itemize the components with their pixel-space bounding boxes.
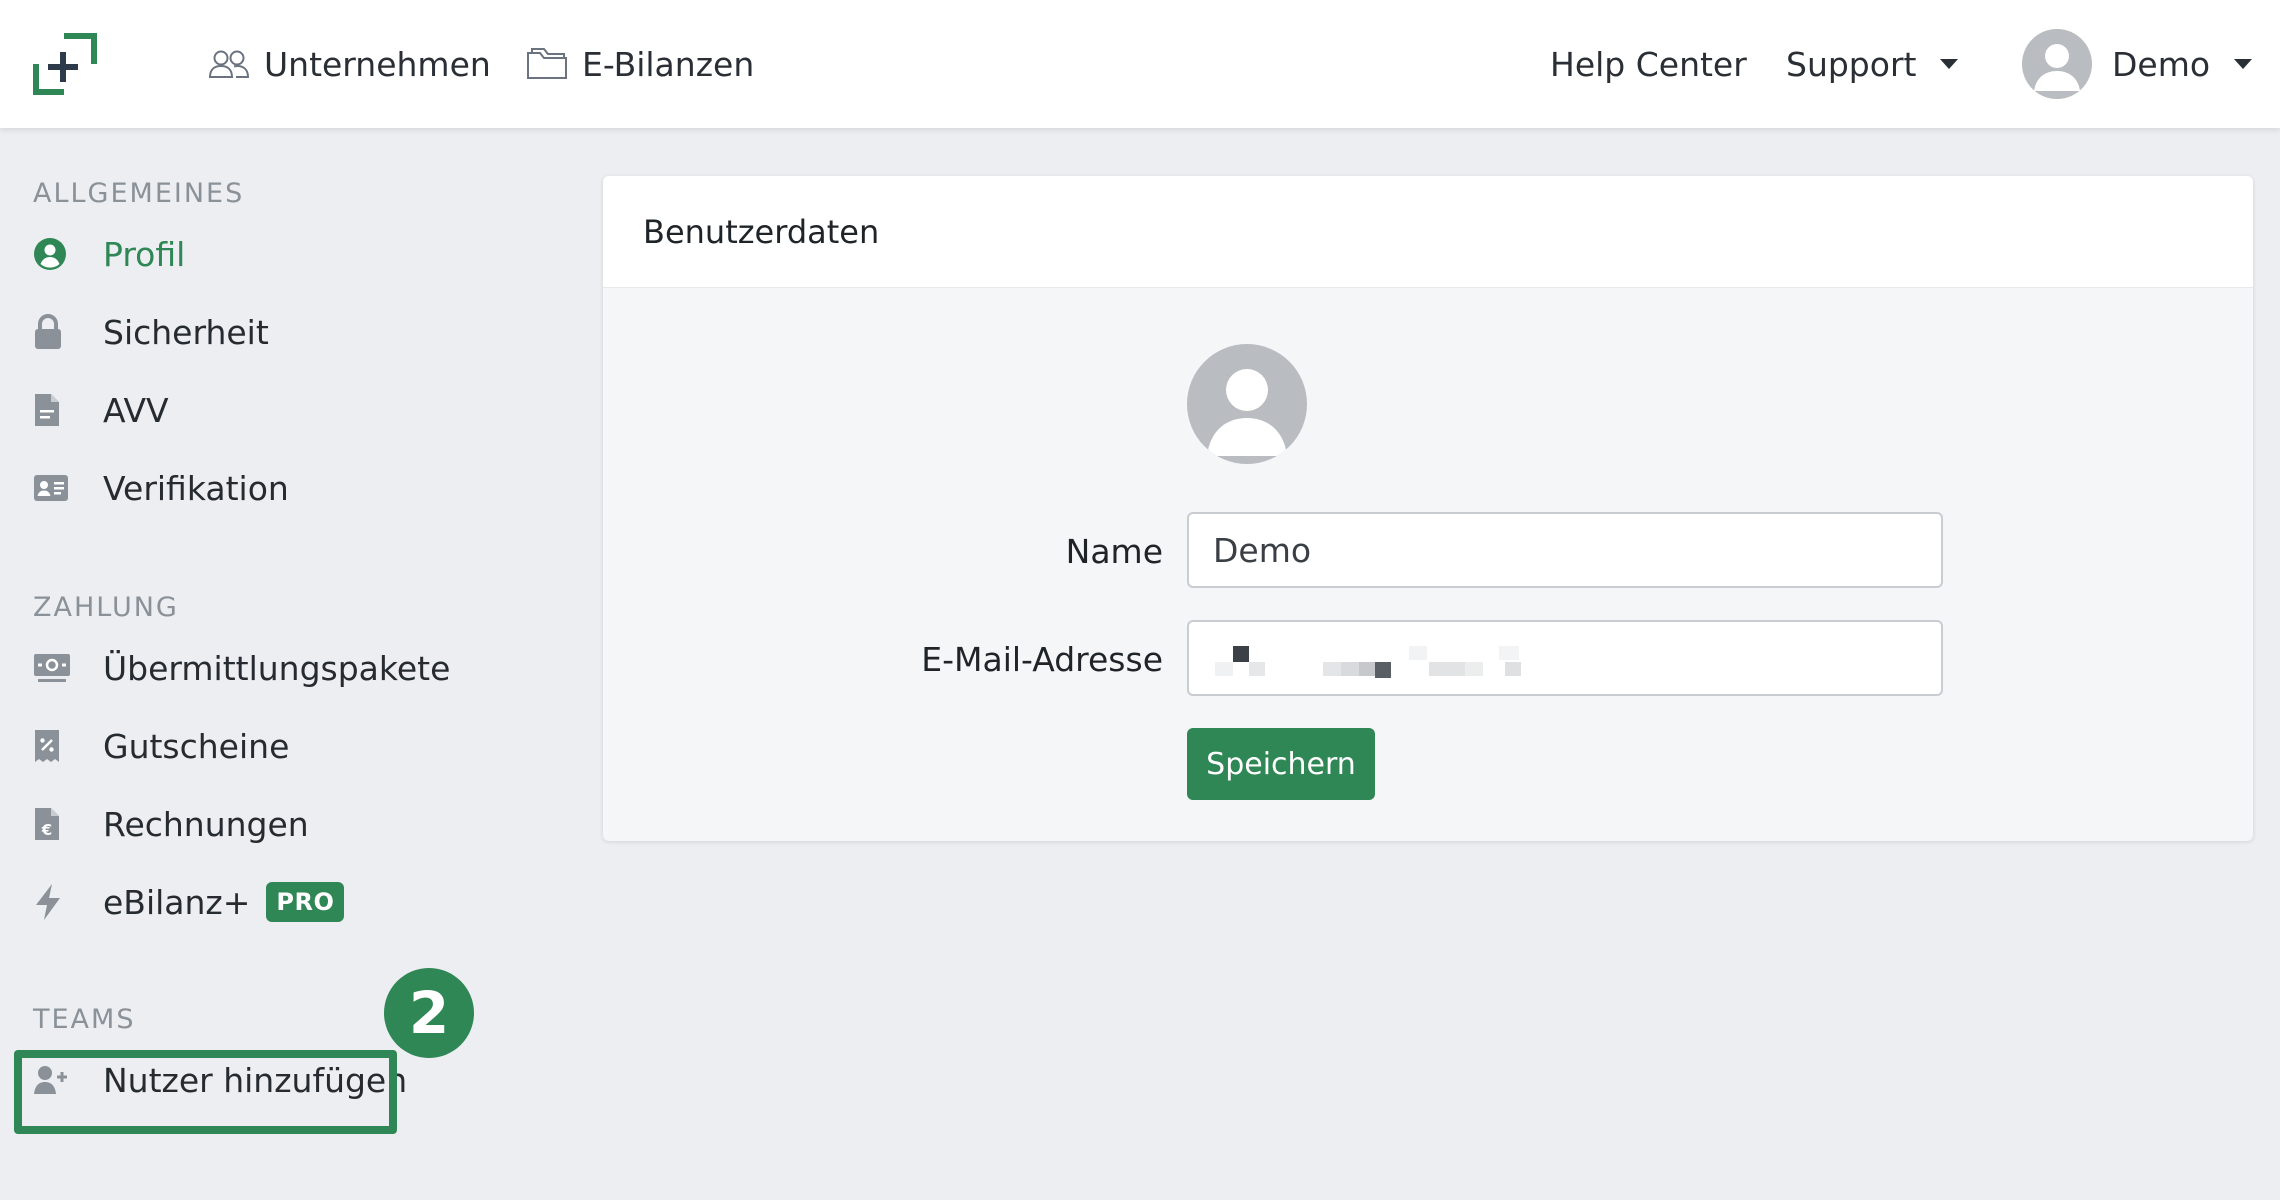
nav-ebilanzen-label: E-Bilanzen xyxy=(582,44,755,84)
user-avatar xyxy=(2022,29,2092,99)
sidebar-item-gutscheine[interactable]: Gutscheine xyxy=(33,718,289,774)
email-label: E-Mail-Adresse xyxy=(921,640,1163,679)
nav-user-label: Demo xyxy=(2112,44,2211,84)
sidebar-item-avv[interactable]: AVV xyxy=(33,382,169,438)
name-label: Name xyxy=(1065,532,1163,571)
card-header: Benutzerdaten xyxy=(603,176,2253,288)
default-avatar-icon xyxy=(1207,369,1287,456)
receipt-percent-icon xyxy=(33,728,103,764)
nav-user-dropdown[interactable]: Demo xyxy=(2022,0,2253,128)
sidebar-item-rechnungen[interactable]: € Rechnungen xyxy=(33,796,309,852)
tutorial-step-badge: 2 xyxy=(384,968,474,1058)
nav-help-center[interactable]: Help Center xyxy=(1550,0,1747,128)
sidebar-item-ebilanz-plus[interactable]: eBilanz+ PRO xyxy=(33,874,345,930)
sidebar-item-label: AVV xyxy=(103,390,169,430)
nav-help-center-label: Help Center xyxy=(1550,44,1747,84)
section-heading-teams: TEAMS xyxy=(33,1004,136,1035)
bolt-icon xyxy=(33,883,103,921)
nav-support-label: Support xyxy=(1786,44,1917,84)
users-icon xyxy=(208,50,250,78)
email-input[interactable] xyxy=(1187,620,1943,696)
money-bill-icon xyxy=(33,653,103,683)
sidebar-item-uebermittlungspakete[interactable]: Übermittlungspakete xyxy=(33,640,450,696)
nav-ebilanzen[interactable]: E-Bilanzen xyxy=(526,0,754,128)
user-data-card: Benutzerdaten Name E-Mail-Adresse Speich… xyxy=(603,176,2253,841)
lock-icon xyxy=(33,314,103,350)
id-card-icon xyxy=(33,474,103,502)
nav-unternehmen-label: Unternehmen xyxy=(264,44,491,84)
sidebar-item-label: Profil xyxy=(103,234,186,274)
sidebar-item-verifikation[interactable]: Verifikation xyxy=(33,460,289,516)
caret-down-icon xyxy=(1940,59,1959,69)
card-title: Benutzerdaten xyxy=(643,212,880,251)
svg-text:€: € xyxy=(41,821,52,839)
logo-icon xyxy=(33,33,97,95)
file-text-icon xyxy=(33,392,103,428)
settings-sidebar: ALLGEMEINES Profil Sicherheit AVV Verifi… xyxy=(0,128,560,1200)
folder-icon xyxy=(527,48,567,79)
profile-avatar[interactable] xyxy=(1187,344,1307,464)
pro-badge: PRO xyxy=(266,882,345,922)
name-input[interactable] xyxy=(1187,512,1943,588)
tutorial-highlight-frame xyxy=(14,1050,397,1134)
app-logo[interactable] xyxy=(30,30,100,98)
caret-down-icon xyxy=(2234,59,2253,69)
sidebar-item-profil[interactable]: Profil xyxy=(33,226,185,282)
default-avatar-icon xyxy=(2034,44,2080,91)
sidebar-item-label: Gutscheine xyxy=(103,726,290,766)
sidebar-item-label: eBilanz+ xyxy=(103,882,251,922)
save-button[interactable]: Speichern xyxy=(1187,728,1375,800)
nav-support-dropdown[interactable]: Support xyxy=(1786,0,1959,128)
sidebar-item-label: Übermittlungspakete xyxy=(103,648,451,688)
top-navbar: Unternehmen E-Bilanzen Help Center Suppo… xyxy=(0,0,2280,128)
sidebar-item-label: Sicherheit xyxy=(103,312,269,352)
user-circle-icon xyxy=(33,237,103,271)
section-heading-zahlung: ZAHLUNG xyxy=(33,592,179,623)
file-invoice-euro-icon: € xyxy=(33,806,103,842)
sidebar-item-label: Rechnungen xyxy=(103,804,309,844)
section-heading-allgemeines: ALLGEMEINES xyxy=(33,178,245,209)
sidebar-item-sicherheit[interactable]: Sicherheit xyxy=(33,304,269,360)
sidebar-item-label: Verifikation xyxy=(103,468,289,508)
nav-unternehmen[interactable]: Unternehmen xyxy=(208,0,491,128)
